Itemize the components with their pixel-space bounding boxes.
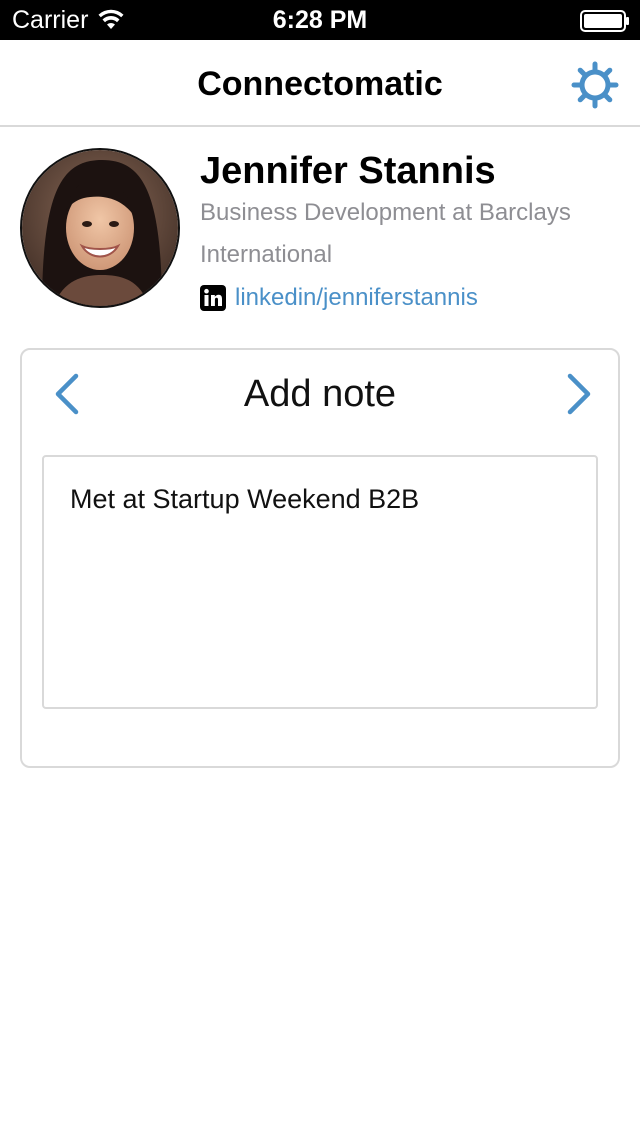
contact-name: Jennifer Stannis: [200, 150, 496, 192]
navigation-bar: Connectomatic: [0, 40, 640, 127]
avatar: [20, 148, 180, 308]
note-card: Add note Met at Startup Weekend B2B: [20, 348, 620, 768]
gear-icon[interactable]: [570, 60, 620, 110]
linkedin-handle[interactable]: linkedin/jenniferstannis: [235, 280, 478, 316]
screen: Carrier 6:28 PM Connectomatic Jennifer S…: [0, 0, 640, 1136]
note-heading: Add note: [243, 373, 397, 415]
avatar-photo: [22, 150, 178, 306]
app-title: Connectomatic: [197, 65, 443, 103]
battery-icon: [580, 10, 629, 32]
chevron-right-icon[interactable]: [558, 370, 598, 418]
linkedin-icon: [200, 285, 226, 311]
status-bar: Carrier 6:28 PM: [0, 0, 640, 40]
note-text-field[interactable]: Met at Startup Weekend B2B: [42, 455, 598, 709]
linkedin-profile-link[interactable]: linkedin/jenniferstannis: [200, 280, 478, 316]
note-text: Met at Startup Weekend B2B: [70, 484, 420, 514]
status-time: 6:28 PM: [272, 6, 368, 34]
contact-job-title: Business Development at Barclays Interna…: [200, 199, 571, 268]
